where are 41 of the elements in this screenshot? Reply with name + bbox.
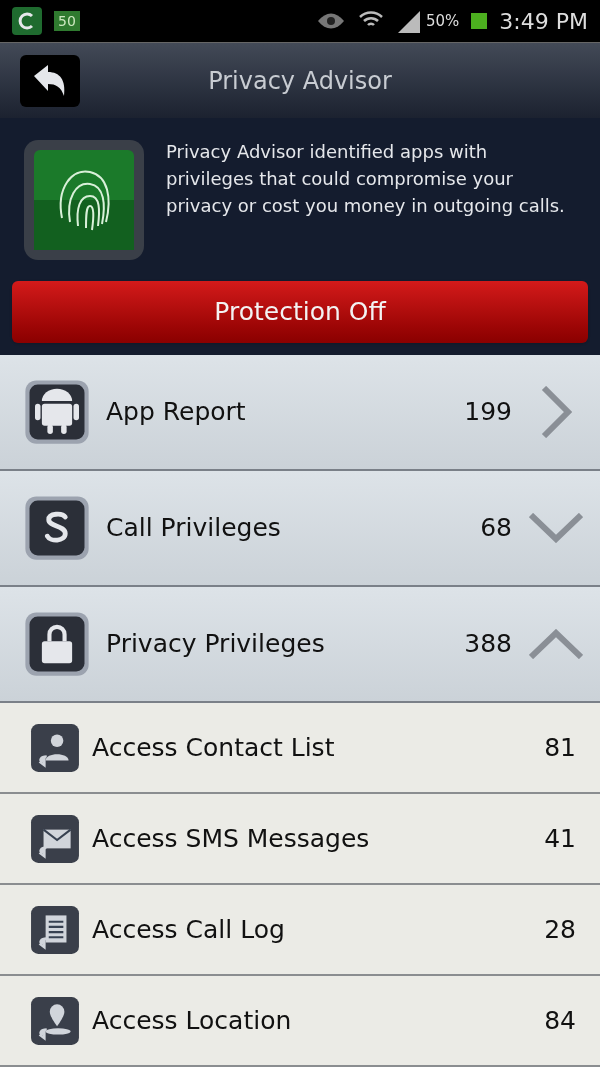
category-label: App Report: [106, 396, 247, 429]
category-count: 388: [464, 628, 512, 661]
privilege-label: Access Contact List: [92, 731, 336, 764]
contact-person-icon: [30, 722, 80, 773]
intro-text: Privacy Advisor identified apps with privileges that could compromise your privacy or cost you money in outgoing calls.: [166, 140, 566, 218]
battery-icon: [471, 13, 488, 29]
privilege-label: Access SMS Messages: [92, 822, 371, 855]
privilege-row[interactable]: Access Contact List 81: [0, 703, 600, 794]
category-count: 199: [464, 396, 512, 429]
back-button[interactable]: [20, 54, 80, 107]
privilege-row[interactable]: Access SMS Messages 41: [0, 794, 600, 885]
privilege-row[interactable]: Access Call Log 28: [0, 885, 600, 976]
privilege-count: 28: [544, 913, 576, 946]
category-row[interactable]: App Report 199: [0, 355, 600, 471]
c-app-icon: [12, 7, 42, 35]
privilege-count: 81: [544, 731, 576, 764]
protection-toggle-button[interactable]: Protection Off: [12, 281, 588, 343]
privilege-count: 84: [544, 1004, 576, 1037]
category-label: Privacy Privileges: [106, 628, 326, 661]
battery-percent: 50%: [426, 10, 460, 32]
privilege-label: Access Call Log: [92, 913, 286, 946]
signal-icon: [396, 9, 422, 33]
fingerprint-icon: [22, 138, 146, 262]
padlock-icon: [24, 611, 90, 677]
android-robot-icon: [24, 379, 90, 445]
document-list-icon: [30, 904, 80, 955]
eye-icon: [316, 11, 346, 31]
privilege-label: Access Location: [92, 1004, 293, 1037]
category-label: Call Privileges: [106, 512, 282, 545]
privilege-count: 41: [544, 822, 576, 855]
category-row[interactable]: Call Privileges 68: [0, 471, 600, 587]
s-letter-icon: [24, 495, 90, 561]
clock: 3:49 PM: [499, 7, 588, 36]
chevron-right-icon: [540, 386, 572, 438]
screen-title: Privacy Advisor: [208, 65, 392, 97]
category-row[interactable]: Privacy Privileges 388: [0, 587, 600, 703]
map-pin-icon: [30, 995, 80, 1046]
category-count: 68: [480, 512, 512, 545]
notification-badge: 50: [54, 11, 80, 31]
envelope-icon: [30, 813, 80, 864]
privilege-row[interactable]: Access Location 84: [0, 976, 600, 1067]
